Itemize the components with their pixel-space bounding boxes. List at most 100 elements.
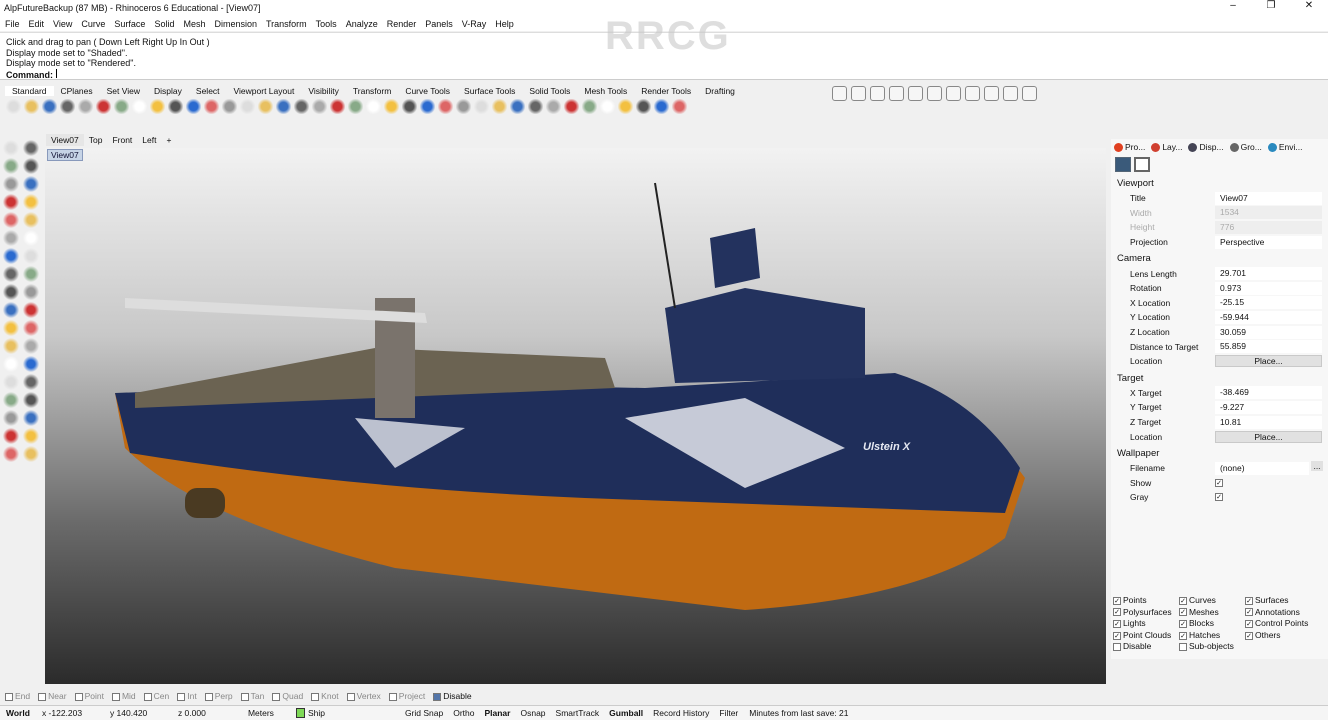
checkbox[interactable] — [240, 692, 249, 701]
toolbar-tool-icon[interactable] — [474, 99, 489, 114]
toolbar-tool-icon[interactable] — [672, 99, 687, 114]
toolbar-tool-icon[interactable] — [908, 86, 923, 101]
toolbar-tool-icon[interactable] — [78, 99, 93, 114]
toolbar-tool-icon[interactable] — [6, 99, 21, 114]
left-tool-icon[interactable] — [3, 194, 19, 210]
panel-tab-gro[interactable]: Gro... — [1229, 142, 1262, 152]
toolbar-tool-icon[interactable] — [546, 99, 561, 114]
toolbar-tool-icon[interactable] — [618, 99, 633, 114]
filter-meshes[interactable]: ✓ Meshes — [1179, 607, 1245, 617]
toolbar-tool-icon[interactable] — [889, 86, 904, 101]
checkbox[interactable] — [204, 692, 213, 701]
toolbar-tab-viewport-layout[interactable]: Viewport Layout — [227, 86, 302, 96]
toolbar-tool-icon[interactable] — [438, 99, 453, 114]
toolbar-tool-icon[interactable] — [330, 99, 345, 114]
checkbox[interactable] — [5, 692, 13, 701]
checkbox[interactable]: ✓ — [1179, 619, 1187, 628]
panel-tab-lay[interactable]: Lay... — [1151, 142, 1182, 152]
property-value-lens-length[interactable]: 29.701 — [1215, 267, 1322, 281]
osnap-disable[interactable]: Disable — [433, 691, 472, 701]
filter-annotations[interactable]: ✓ Annotations — [1245, 607, 1325, 617]
osnap-tan[interactable]: Tan — [240, 691, 264, 701]
property-value-x-location[interactable]: -25.15 — [1215, 296, 1322, 310]
toolbar-tab-solid-tools[interactable]: Solid Tools — [522, 86, 577, 96]
menu-dimension[interactable]: Dimension — [214, 19, 257, 29]
viewport-tab-left[interactable]: Left — [137, 134, 161, 146]
property-value-x-target[interactable]: -38.469 — [1215, 386, 1322, 400]
toolbar-tool-icon[interactable] — [870, 86, 885, 101]
checkbox[interactable]: ✓ — [1245, 631, 1253, 640]
osnap-near[interactable]: Near — [38, 691, 67, 701]
checkbox[interactable] — [143, 692, 152, 701]
left-tool-icon[interactable] — [3, 266, 19, 282]
osnap-knot[interactable]: Knot — [311, 691, 339, 701]
toolbar-tool-icon[interactable] — [276, 99, 291, 114]
property-value-title[interactable]: View07 — [1215, 191, 1322, 205]
toggle-planar[interactable]: Planar — [479, 708, 515, 718]
left-tool-icon[interactable] — [3, 176, 19, 192]
toggle-grid-snap[interactable]: Grid Snap — [400, 708, 448, 718]
checkbox[interactable]: ✓ — [1113, 596, 1121, 605]
gray-checkbox[interactable]: ✓ — [1215, 493, 1223, 502]
checkbox[interactable]: ✓ — [1245, 596, 1253, 605]
toolbar-tool-icon[interactable] — [832, 86, 847, 101]
filter-points[interactable]: ✓ Points — [1113, 595, 1179, 605]
osnap-end[interactable]: End — [5, 691, 30, 701]
toolbar-tab-set-view[interactable]: Set View — [100, 86, 147, 96]
toolbar-tool-icon[interactable] — [965, 86, 980, 101]
viewport-tab-plus[interactable]: + — [161, 134, 176, 146]
left-tool-icon[interactable] — [23, 158, 39, 174]
property-value-rotation[interactable]: 0.973 — [1215, 281, 1322, 295]
left-tool-icon[interactable] — [23, 302, 39, 318]
menu-file[interactable]: File — [5, 19, 20, 29]
left-tool-icon[interactable] — [23, 176, 39, 192]
toggle-smarttrack[interactable]: SmartTrack — [551, 708, 605, 718]
menu-tools[interactable]: Tools — [316, 19, 337, 29]
left-tool-icon[interactable] — [23, 140, 39, 156]
left-tool-icon[interactable] — [23, 230, 39, 246]
left-tool-icon[interactable] — [3, 338, 19, 354]
toolbar-tab-display[interactable]: Display — [147, 86, 189, 96]
menu-surface[interactable]: Surface — [114, 19, 145, 29]
minimize-button[interactable]: – — [1214, 0, 1252, 11]
menu-curve[interactable]: Curve — [81, 19, 105, 29]
left-tool-icon[interactable] — [3, 230, 19, 246]
toolbar-tool-icon[interactable] — [186, 99, 201, 114]
checkbox[interactable]: ✓ — [1179, 596, 1187, 605]
units[interactable]: Meters — [242, 708, 290, 718]
left-tool-icon[interactable] — [3, 302, 19, 318]
checkbox[interactable]: ✓ — [1179, 631, 1187, 640]
osnap-int[interactable]: Int — [177, 691, 197, 701]
toolbar-tool-icon[interactable] — [168, 99, 183, 114]
menu-panels[interactable]: Panels — [425, 19, 453, 29]
osnap-perp[interactable]: Perp — [204, 691, 233, 701]
toolbar-tool-icon[interactable] — [114, 99, 129, 114]
camera-icon[interactable] — [1115, 157, 1131, 172]
toggle-filter[interactable]: Filter — [714, 708, 743, 718]
osnap-cen[interactable]: Cen — [143, 691, 169, 701]
checkbox[interactable] — [74, 692, 83, 701]
checkbox[interactable] — [177, 692, 186, 701]
checkbox[interactable]: ✓ — [1245, 608, 1253, 617]
toolbar-tool-icon[interactable] — [420, 99, 435, 114]
filter-sub-objects[interactable]: Sub-objects — [1179, 641, 1245, 651]
left-tool-icon[interactable] — [3, 428, 19, 444]
camera-place-button[interactable]: Place... — [1215, 355, 1322, 368]
panel-tab-pro[interactable]: Pro... — [1114, 142, 1145, 152]
checkbox[interactable]: ✓ — [1113, 619, 1121, 628]
toolbar-tool-icon[interactable] — [150, 99, 165, 114]
viewport-tab-view07[interactable]: View07 — [46, 134, 84, 146]
checkbox[interactable] — [346, 692, 355, 701]
toolbar-tool-icon[interactable] — [1022, 86, 1037, 101]
toolbar-tool-icon[interactable] — [366, 99, 381, 114]
checkbox[interactable] — [1179, 643, 1187, 652]
toolbar-tool-icon[interactable] — [348, 99, 363, 114]
toolbar-tool-icon[interactable] — [60, 99, 75, 114]
left-tool-icon[interactable] — [23, 356, 39, 372]
toolbar-tool-icon[interactable] — [1003, 86, 1018, 101]
filter-disable[interactable]: Disable — [1113, 641, 1179, 651]
toolbar-tool-icon[interactable] — [600, 99, 615, 114]
left-tool-icon[interactable] — [3, 212, 19, 228]
command-input[interactable] — [55, 68, 656, 78]
viewport-tab-top[interactable]: Top — [84, 134, 108, 146]
